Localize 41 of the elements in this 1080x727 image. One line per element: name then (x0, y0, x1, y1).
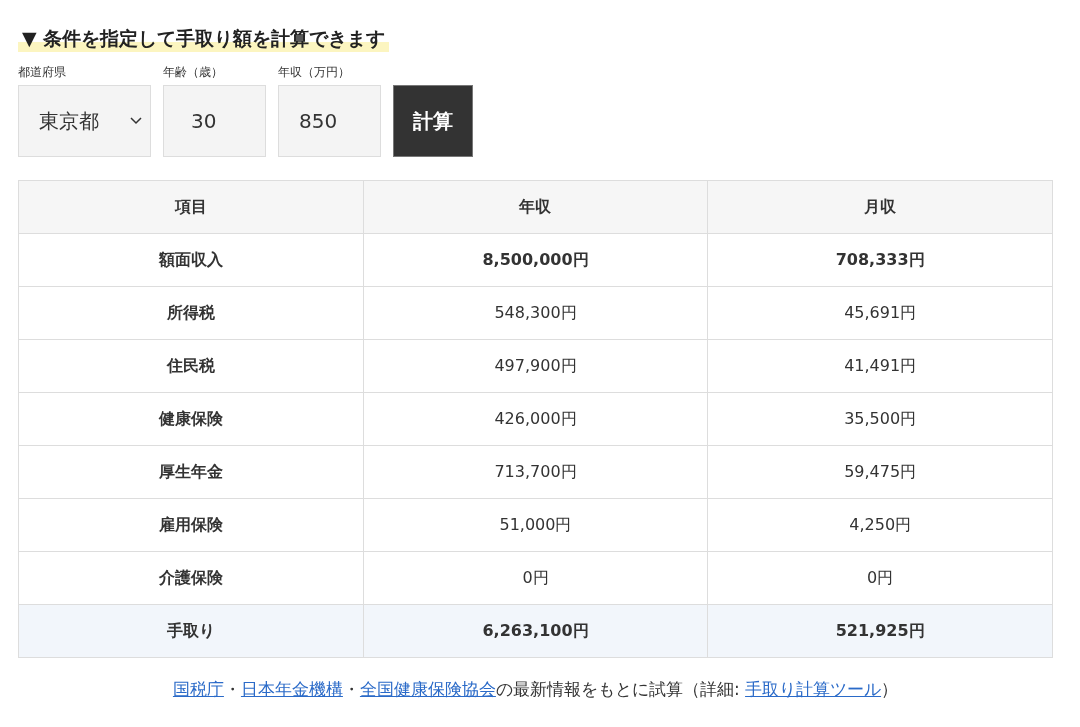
table-cell: 497,900円 (363, 339, 708, 393)
age-input[interactable]: 30 (163, 85, 266, 157)
row-label: 手取り (18, 604, 364, 658)
table-cell: 0円 (363, 551, 708, 605)
column-header: 月収 (707, 180, 1053, 234)
prefecture-select[interactable]: 東京都 (18, 85, 151, 157)
table-cell: 0円 (707, 551, 1053, 605)
field-label: 都道府県 (18, 64, 67, 81)
table-cell: 426,000円 (363, 392, 708, 446)
income-input[interactable]: 850 (278, 85, 381, 157)
table-cell: 35,500円 (707, 392, 1053, 446)
source-link[interactable]: 手取り計算ツール (745, 679, 882, 699)
row-label: 住民税 (18, 339, 364, 393)
table-cell: 708,333円 (707, 233, 1053, 287)
table-cell: 8,500,000円 (363, 233, 708, 287)
row-label: 健康保険 (18, 392, 364, 446)
source-link[interactable]: 全国健康保険協会 (359, 679, 496, 699)
calculate-button[interactable]: 計算 (393, 85, 473, 157)
table-cell: 713,700円 (363, 445, 708, 499)
table-cell: 521,925円 (707, 604, 1053, 658)
source-link[interactable]: 国税庁 (172, 679, 224, 699)
row-label: 介護保険 (18, 551, 364, 605)
table-cell: 4,250円 (707, 498, 1053, 552)
row-label: 所得税 (18, 286, 364, 340)
table-cell: 59,475円 (707, 445, 1053, 499)
table-cell: 6,263,100円 (363, 604, 708, 658)
source-link[interactable]: 日本年金機構 (240, 679, 343, 699)
row-label: 雇用保険 (18, 498, 364, 552)
table-cell: 41,491円 (707, 339, 1053, 393)
table-cell: 51,000円 (363, 498, 708, 552)
column-header: 項目 (18, 180, 364, 234)
section-heading: ▼ 条件を指定して手取り額を計算できます (18, 26, 390, 52)
row-label: 厚生年金 (18, 445, 364, 499)
source-note: 国税庁・日本年金機構・全国健康保険協会の最新情報をもとに試算（詳細: 手取り計算ツール） (171, 678, 900, 701)
table-cell: 45,691円 (707, 286, 1053, 340)
table-cell: 548,300円 (363, 286, 708, 340)
field-label: 年齢（歳） (163, 64, 224, 81)
field-label: 年収（万円） (278, 64, 351, 81)
row-label: 額面収入 (18, 233, 364, 287)
column-header: 年収 (363, 180, 708, 234)
chevron-down-icon (130, 117, 142, 125)
